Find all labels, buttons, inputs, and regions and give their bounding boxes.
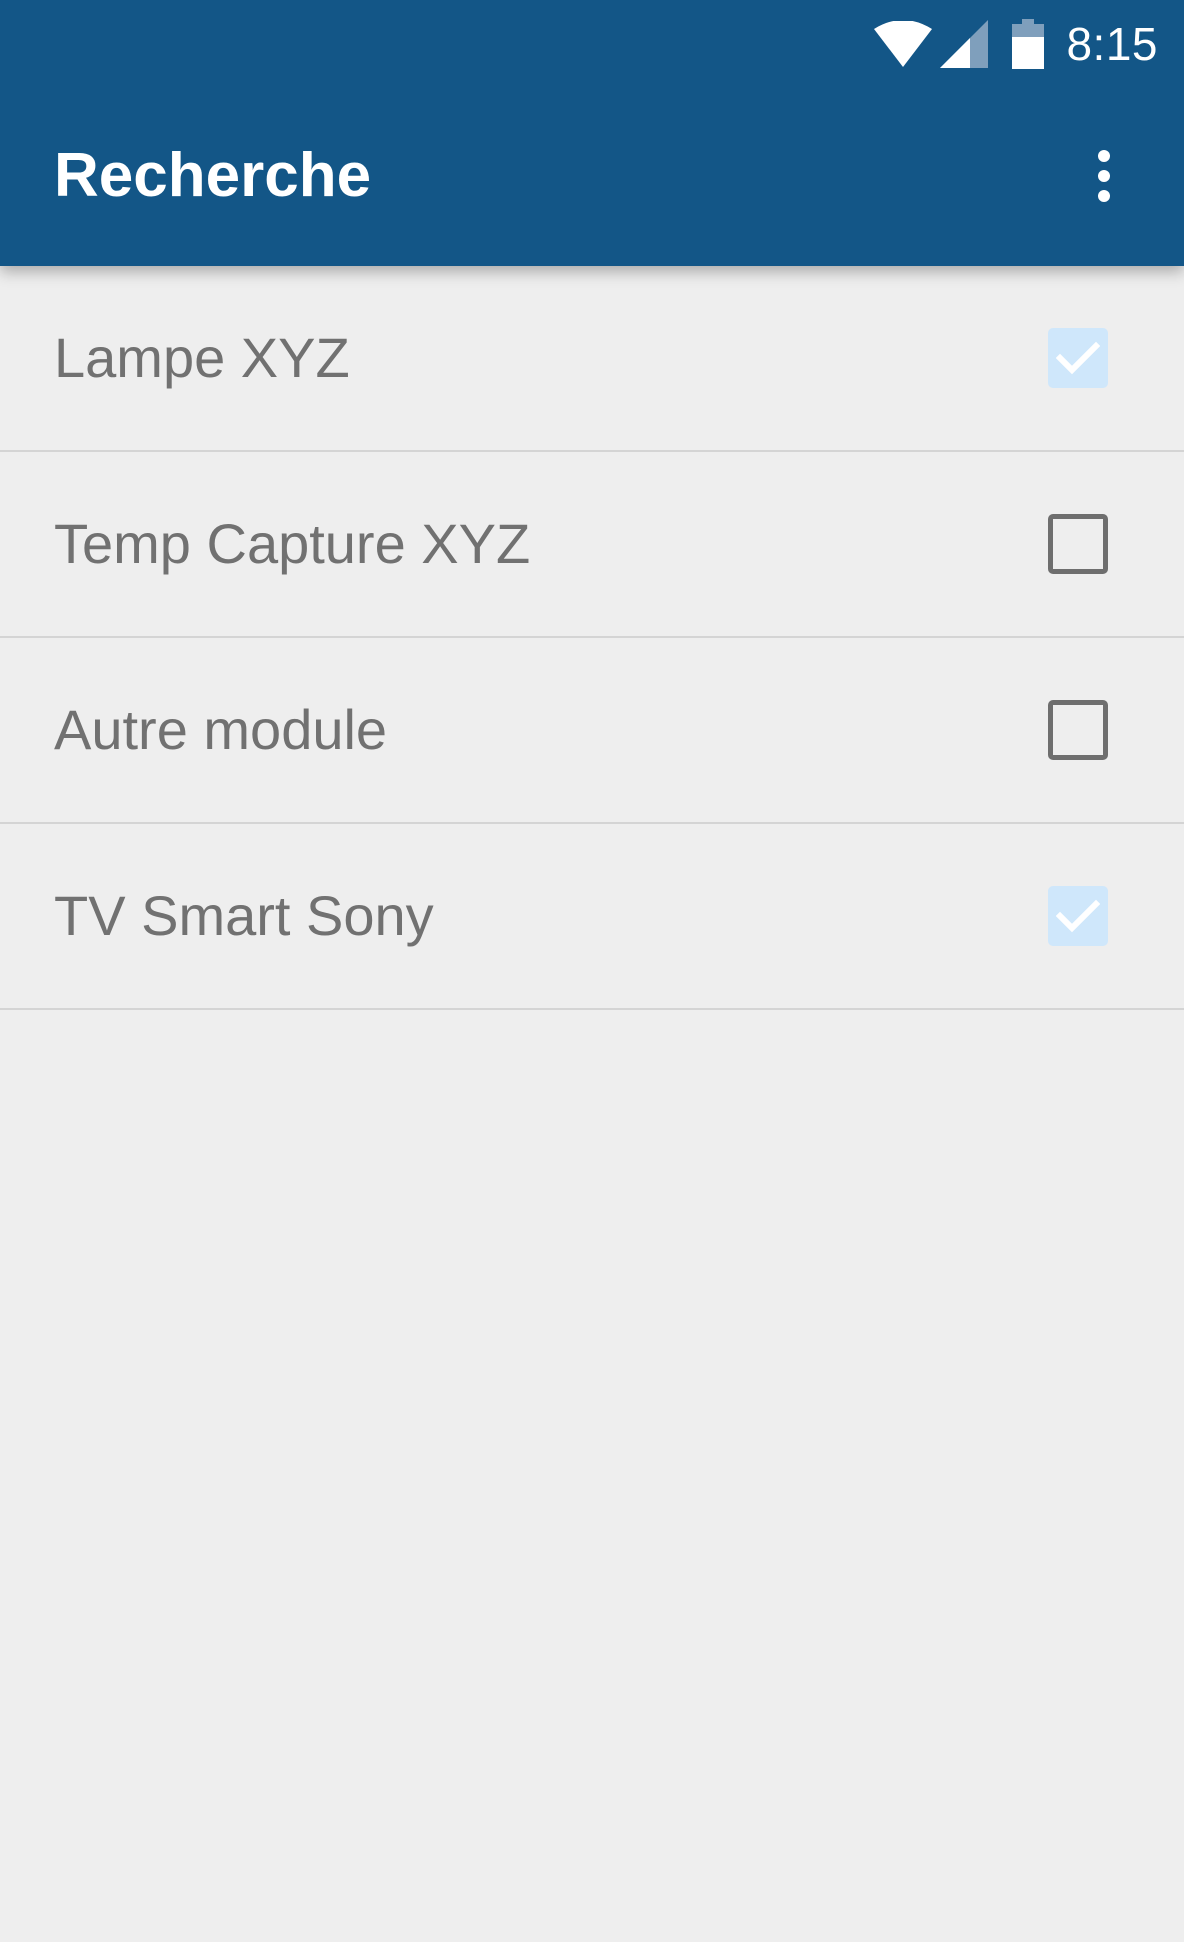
checkbox-checked[interactable] [1048,886,1108,946]
status-bar: 8:15 [0,0,1184,86]
checkbox-checked[interactable] [1048,328,1108,388]
device-list: Lampe XYZ Temp Capture XYZ Autre module … [0,266,1184,1010]
battery-icon [1012,19,1045,69]
list-item-autre-module[interactable]: Autre module [0,638,1184,824]
list-item-label: Temp Capture XYZ [54,512,531,575]
more-vert-icon[interactable] [1064,136,1144,216]
list-item-label: Lampe XYZ [54,326,350,389]
status-icons: 8:15 [872,14,1158,74]
list-item-label: TV Smart Sony [54,884,434,947]
list-item-label: Autre module [54,698,388,761]
check-icon [1056,899,1100,933]
list-item-temp-capture-xyz[interactable]: Temp Capture XYZ [0,452,1184,638]
list-item-lampe-xyz[interactable]: Lampe XYZ [0,266,1184,452]
app-bar: 8:15 Recherche [0,0,1184,266]
toolbar: Recherche [0,86,1184,266]
list-item-tv-smart-sony[interactable]: TV Smart Sony [0,824,1184,1010]
check-icon [1056,341,1100,375]
page-title: Recherche [54,141,372,210]
status-clock: 8:15 [1066,18,1158,70]
wifi-icon [872,21,934,67]
checkbox-unchecked[interactable] [1048,700,1108,760]
cell-signal-icon [940,20,989,68]
checkbox-unchecked[interactable] [1048,514,1108,574]
